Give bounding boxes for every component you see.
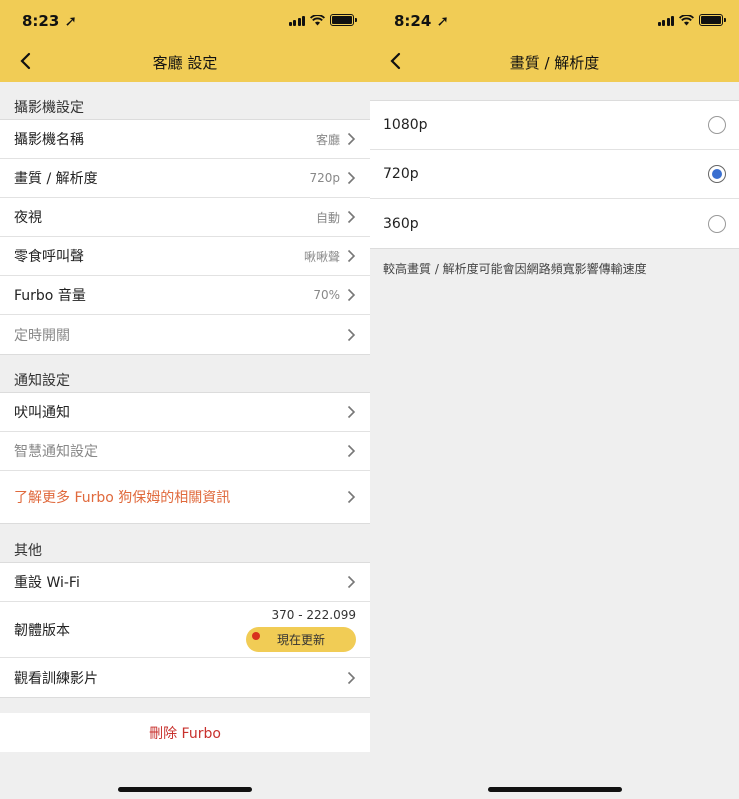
row-label: 觀看訓練影片 (14, 670, 98, 687)
chevron-right-icon (347, 171, 356, 185)
delete-label: 刪除 Furbo (149, 725, 221, 742)
battery-icon (699, 14, 726, 26)
camera-settings-group: 攝影機名稱 客廳 畫質 / 解析度 720p 夜視 自動 零食呼叫聲 啾啾聲 F… (0, 119, 370, 355)
nav-header: 8:24 ➚ 畫質 / 解析度 (370, 0, 739, 82)
row-label: Furbo 音量 (14, 288, 86, 304)
row-label: 夜視 (14, 210, 42, 226)
update-label: 現在更新 (276, 633, 325, 647)
reset-wifi-row[interactable]: 重設 Wi-Fi (0, 563, 370, 602)
page-title: 客廳 設定 (152, 54, 218, 72)
training-video-row[interactable]: 觀看訓練影片 (0, 658, 370, 697)
chevron-right-icon (347, 210, 356, 224)
wifi-icon (310, 14, 325, 25)
chevron-right-icon (347, 575, 356, 589)
battery-icon (330, 14, 357, 26)
option-360p[interactable]: 360p (370, 199, 739, 248)
radio-unchecked-icon[interactable] (708, 116, 726, 134)
resolution-row[interactable]: 畫質 / 解析度 720p (0, 159, 370, 198)
firmware-row: 韌體版本 370 - 222.099 現在更新 (0, 602, 370, 658)
other-settings-group: 重設 Wi-Fi 韌體版本 370 - 222.099 現在更新 觀看訓練影片 (0, 562, 370, 698)
status-time: 8:23 ➚ (22, 12, 78, 30)
status-icons (288, 14, 357, 26)
delete-furbo-button[interactable]: 刪除 Furbo (0, 713, 370, 752)
page-title: 畫質 / 解析度 (509, 54, 600, 72)
settings-screen: 8:23 ➚ 客廳 設定 攝影機設定 攝影機名稱 客廳 畫質 / 解析度 720… (0, 0, 370, 799)
row-label: 重設 Wi-Fi (14, 575, 80, 591)
section-heading-camera: 攝影機設定 (14, 100, 84, 116)
nav-header: 8:23 ➚ 客廳 設定 (0, 0, 370, 82)
cellular-signal-icon (288, 15, 305, 26)
chevron-right-icon (347, 490, 356, 504)
bandwidth-note: 較高畫質 / 解析度可能會因網路頻寬影響傳輸速度 (383, 262, 647, 276)
night-vision-row[interactable]: 夜視 自動 (0, 198, 370, 237)
radio-unchecked-icon[interactable] (708, 214, 726, 233)
row-label: 攝影機名稱 (14, 132, 84, 148)
row-label: 定時開關 (14, 327, 70, 344)
option-label: 720p (383, 166, 419, 182)
firmware-version: 370 - 222.099 (271, 608, 357, 622)
row-value: 720p (309, 171, 340, 185)
option-label: 360p (383, 215, 419, 232)
chevron-right-icon (347, 444, 356, 458)
location-icon: ➚ (436, 12, 450, 30)
bark-alert-row[interactable]: 吠叫通知 (0, 393, 370, 432)
volume-row[interactable]: Furbo 音量 70% (0, 276, 370, 315)
chevron-right-icon (347, 405, 356, 419)
section-heading-notify: 通知設定 (14, 373, 70, 389)
status-time: 8:24 ➚ (394, 12, 450, 30)
section-heading-other: 其他 (14, 543, 42, 559)
chevron-right-icon (347, 288, 356, 302)
camera-name-row[interactable]: 攝影機名稱 客廳 (0, 120, 370, 159)
location-icon: ➚ (64, 12, 78, 30)
option-720p[interactable]: 720p (370, 150, 739, 199)
schedule-row[interactable]: 定時開關 (0, 315, 370, 354)
row-value: 啾啾聲 (303, 249, 340, 264)
treat-sound-row[interactable]: 零食呼叫聲 啾啾聲 (0, 237, 370, 276)
resolution-screen: 8:24 ➚ 畫質 / 解析度 1080p 720p 360p 較高畫質 / 解… (370, 0, 739, 799)
option-1080p[interactable]: 1080p (370, 101, 739, 150)
row-value: 自動 (315, 210, 340, 225)
chevron-right-icon (347, 249, 356, 263)
row-value: 70% (313, 288, 340, 302)
row-label: 吠叫通知 (14, 405, 70, 421)
row-label: 畫質 / 解析度 (14, 171, 98, 187)
row-label: 零食呼叫聲 (14, 249, 84, 265)
home-indicator[interactable] (487, 787, 622, 792)
chevron-right-icon (347, 328, 356, 341)
resolution-options: 1080p 720p 360p (370, 100, 739, 249)
row-value: 客廳 (315, 132, 340, 147)
cellular-signal-icon (657, 15, 674, 26)
learn-more-row[interactable]: 了解更多 Furbo 狗保姆的相關資訊 (0, 471, 370, 523)
wifi-icon (679, 14, 694, 25)
home-indicator[interactable] (118, 787, 252, 792)
option-label: 1080p (383, 117, 428, 133)
status-icons (657, 14, 726, 26)
row-label: 智慧通知設定 (14, 444, 98, 460)
firmware-info: 370 - 222.099 現在更新 (246, 608, 356, 652)
update-now-button[interactable]: 現在更新 (246, 627, 356, 652)
update-dot-icon (252, 632, 260, 640)
smart-alert-row[interactable]: 智慧通知設定 (0, 432, 370, 471)
radio-checked-icon[interactable] (708, 165, 726, 183)
chevron-right-icon (347, 671, 356, 684)
notify-settings-group: 吠叫通知 智慧通知設定 了解更多 Furbo 狗保姆的相關資訊 (0, 392, 370, 524)
row-label: 了解更多 Furbo 狗保姆的相關資訊 (14, 490, 231, 506)
chevron-right-icon (347, 132, 356, 146)
